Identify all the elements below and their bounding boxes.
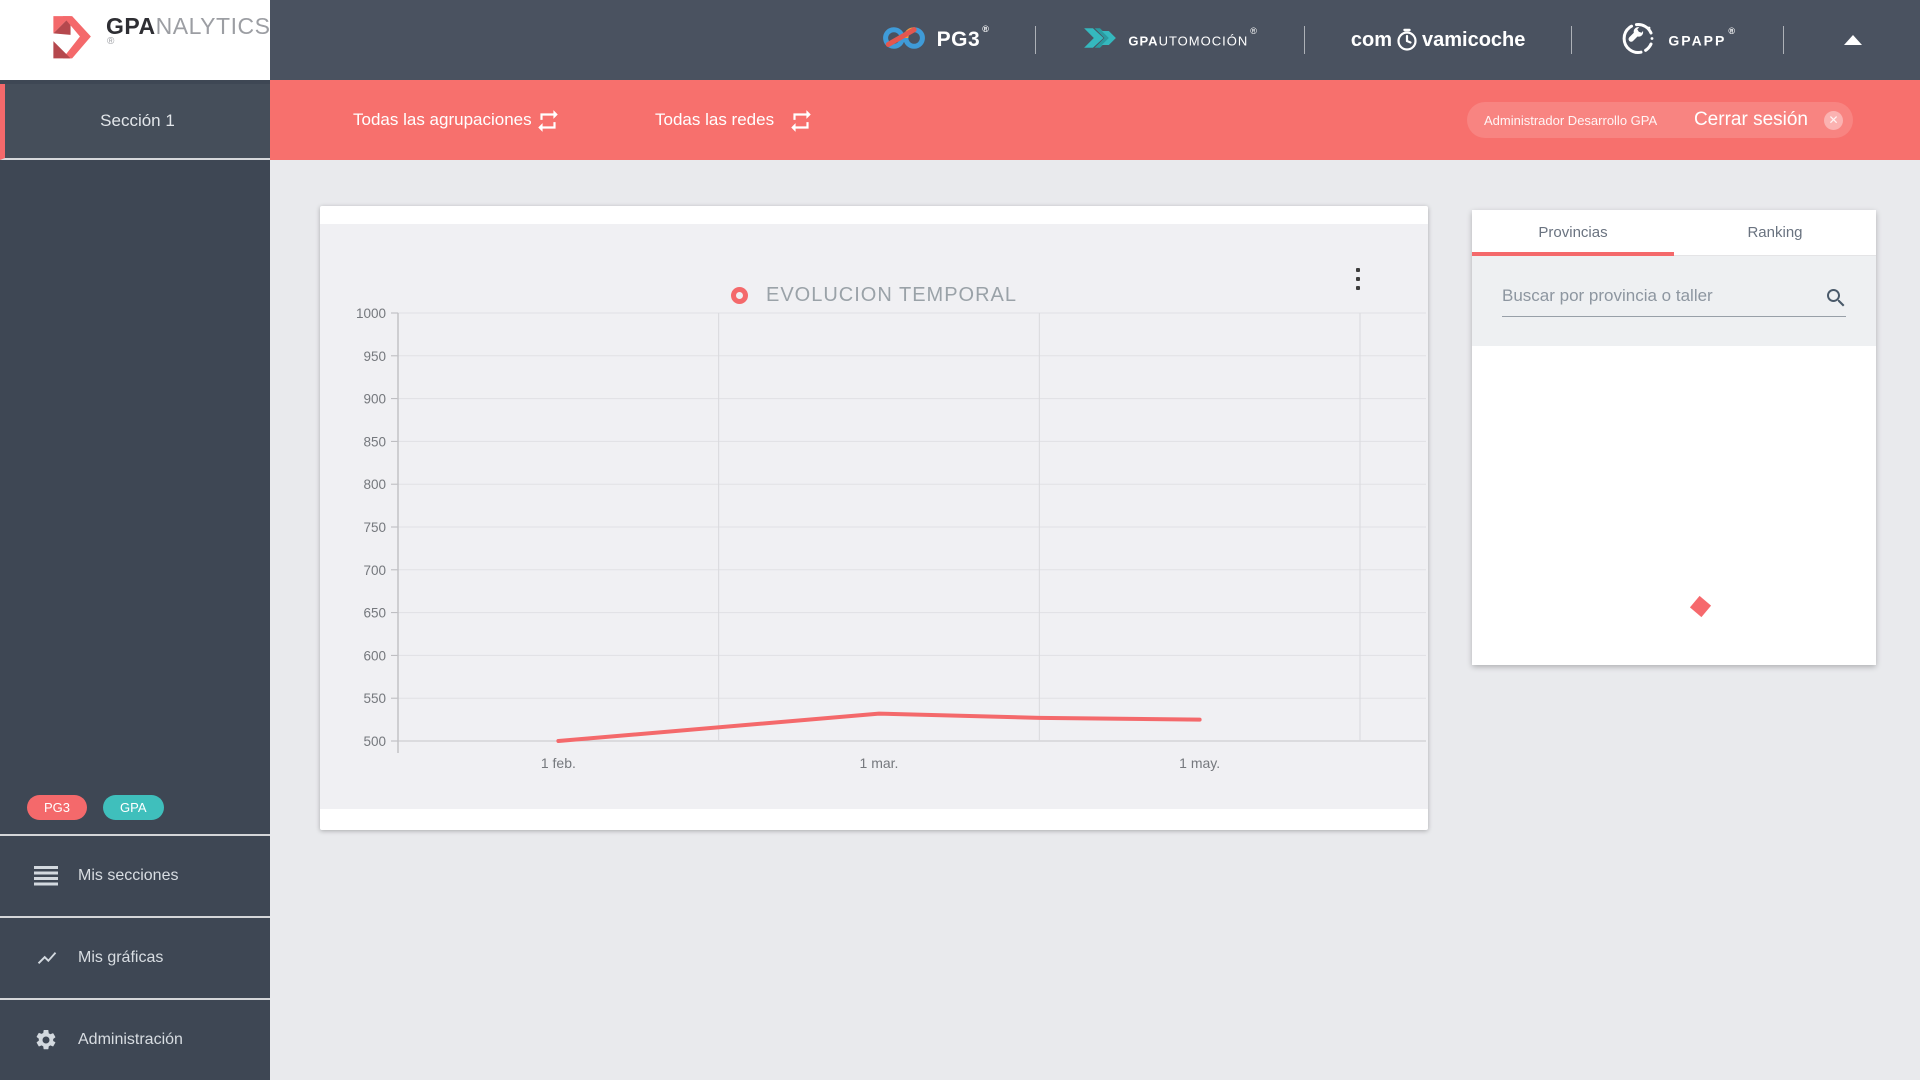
app-logo-text: GPANALYTICS® — [106, 13, 271, 48]
sidebar-bottom: PG3 GPA Mis secciones Mis gráficas Admin… — [0, 781, 270, 1080]
repeat-icon[interactable] — [788, 108, 814, 134]
gpautomocion-logo-text: GPAUTOMOCIÓN® — [1128, 25, 1258, 49]
gpautomocion-arrow-icon — [1082, 23, 1118, 58]
collapse-header-arrow-icon[interactable] — [1844, 35, 1862, 45]
sidebar-item-administracion[interactable]: Administración — [0, 998, 270, 1080]
svg-text:700: 700 — [363, 563, 386, 578]
compravamicoche-logo-text-right: vamicoche — [1421, 28, 1526, 51]
gpapp-logo: GPAPP® — [1618, 18, 1737, 63]
loading-spinner-icon — [1689, 595, 1712, 618]
section-label: Sección 1 — [100, 111, 175, 130]
sidebar-item-mis-graficas[interactable]: Mis gráficas — [0, 916, 270, 998]
gpa-badge[interactable]: GPA — [103, 795, 164, 820]
user-name: Administrador Desarrollo GPA — [1484, 112, 1658, 128]
evolution-chart-card: 500 550 600 650 700 750 800 850 900 950 1000 1 feb.… — [320, 206, 1428, 830]
menu-item-label: Mis gráficas — [78, 949, 164, 966]
compravamicoche-logo-text: com — [1350, 28, 1392, 51]
gear-icon — [34, 1028, 60, 1052]
filter-agrupaciones[interactable]: Todas las agrupaciones — [353, 80, 532, 160]
pg3-logo-text: PG3 ® — [936, 24, 990, 51]
tab-ranking[interactable]: Ranking — [1674, 210, 1876, 255]
badges-row: PG3 GPA — [0, 781, 270, 834]
filter-redes[interactable]: Todas las redes — [655, 80, 774, 160]
gpautomocion-logo: GPAUTOMOCIÓN® — [1082, 23, 1258, 58]
repeat-icon[interactable] — [535, 108, 561, 134]
svg-text:1 mar.: 1 mar. — [860, 755, 899, 771]
header-divider — [1783, 26, 1784, 54]
search-icon[interactable] — [1824, 286, 1848, 315]
header-divider — [1035, 26, 1037, 54]
user-session-pill: Administrador Desarrollo GPA Cerrar sesi… — [1467, 102, 1853, 138]
chart-line-icon — [34, 946, 60, 970]
svg-text:500: 500 — [363, 734, 386, 749]
header-divider — [1571, 26, 1573, 54]
svg-text:650: 650 — [363, 606, 386, 621]
chart-title: EVOLUCION TEMPORAL — [765, 283, 1018, 306]
svg-text:800: 800 — [363, 477, 386, 492]
gpapp-wrench-icon — [1618, 18, 1658, 63]
svg-text:850: 850 — [363, 434, 386, 449]
svg-text:550: 550 — [363, 691, 386, 706]
filter-toolbar: Todas las agrupaciones Todas las redes A… — [270, 80, 1920, 160]
gpanalytics-logo-icon — [44, 13, 94, 68]
menu-item-label: Administración — [78, 1031, 183, 1048]
header-divider — [1303, 26, 1305, 54]
tab-provincias[interactable]: Provincias — [1472, 210, 1674, 256]
menu-item-label: Mis secciones — [78, 867, 179, 884]
menu-icon — [34, 864, 60, 888]
chart-options-kebab-icon[interactable] — [1350, 266, 1366, 292]
clock-icon — [1395, 28, 1419, 57]
svg-text:750: 750 — [363, 520, 386, 535]
panel-tabs: Provincias Ranking — [1472, 210, 1876, 256]
app-logo: GPANALYTICS® — [0, 0, 270, 80]
svg-text:1 may.: 1 may. — [1179, 755, 1220, 771]
sidebar: Sección 1 PG3 GPA Mis secciones Mis gráf… — [0, 80, 270, 1080]
svg-text:900: 900 — [363, 392, 386, 407]
svg-text:600: 600 — [363, 648, 386, 663]
pg3-infinity-icon — [881, 24, 927, 57]
pg3-badge[interactable]: PG3 — [27, 795, 88, 820]
compravamicoche-logo: com vamicoche — [1350, 26, 1526, 57]
logout-button[interactable]: Cerrar sesión — [1694, 109, 1808, 131]
svg-text:950: 950 — [363, 349, 386, 364]
sidebar-item-mis-secciones[interactable]: Mis secciones — [0, 834, 270, 916]
svg-text:1 feb.: 1 feb. — [541, 755, 576, 771]
search-area — [1472, 256, 1876, 346]
sidebar-item-seccion-1[interactable]: Sección 1 — [0, 84, 270, 160]
provinces-panel: Provincias Ranking — [1472, 210, 1876, 665]
gpapp-logo-text: GPAPP® — [1668, 25, 1737, 49]
search-input[interactable] — [1502, 285, 1846, 317]
chart-legend: EVOLUCION TEMPORAL — [320, 280, 1428, 310]
province-list-area — [1472, 346, 1876, 665]
top-header: PG3 ® GPAUTOMOCIÓN® com vamicoche GPAPP® — [270, 0, 1920, 80]
close-circle-icon[interactable]: ✕ — [1824, 110, 1843, 130]
series-legend-ring-icon — [730, 286, 748, 304]
pg3-logo: PG3 ® — [881, 24, 990, 57]
